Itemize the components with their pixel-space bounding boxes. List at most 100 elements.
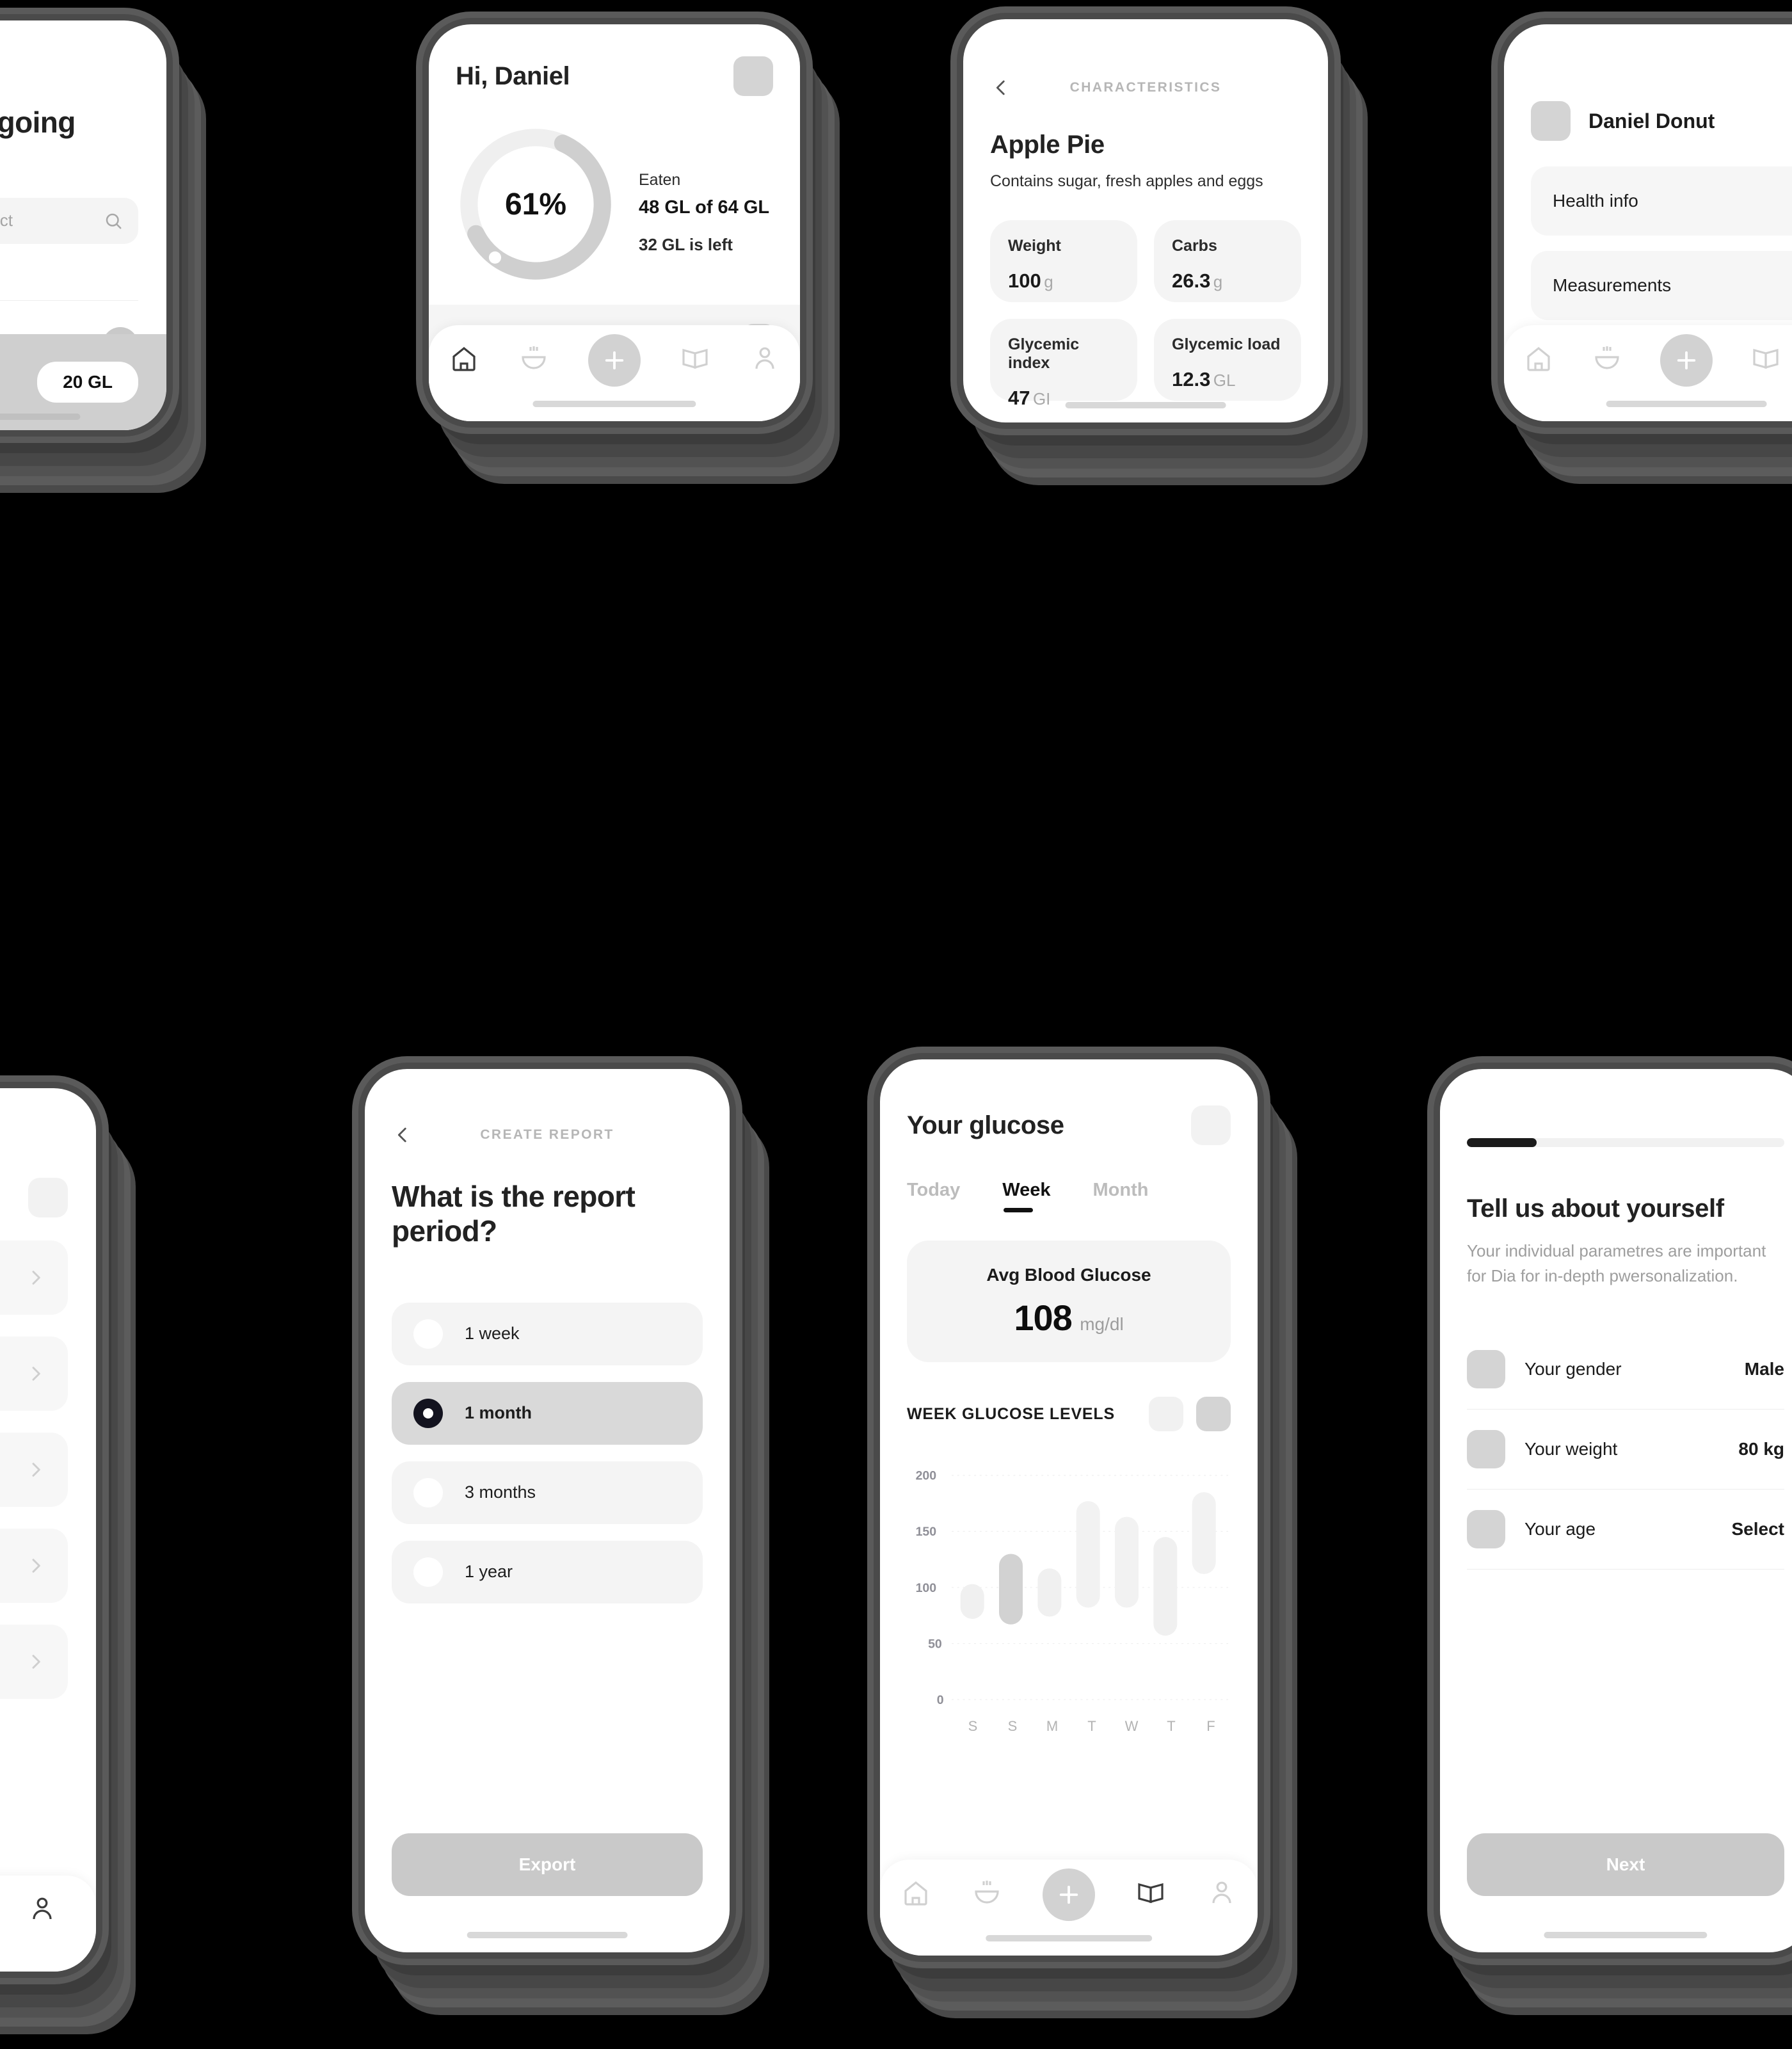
stat-label: Weight bbox=[1008, 237, 1061, 255]
section-label: WEEK GLUCOSE LEVELS bbox=[907, 1404, 1115, 1423]
nav-title: CHARACTERISTICS bbox=[1069, 80, 1222, 95]
stat-card-glycemic-load: Glycemic load 12.3 GL bbox=[1154, 319, 1301, 401]
x-tick: M bbox=[1046, 1718, 1059, 1734]
field-row-gender[interactable]: Your gender Male bbox=[1467, 1330, 1784, 1409]
line-view-icon[interactable] bbox=[1196, 1397, 1231, 1431]
tab-week[interactable]: Week bbox=[1002, 1180, 1050, 1212]
report-option-label: 1 month bbox=[465, 1403, 532, 1423]
export-button[interactable]: Export bbox=[392, 1833, 703, 1896]
chevron-right-icon bbox=[32, 1271, 40, 1285]
plus-icon bbox=[1677, 351, 1696, 370]
radio-button[interactable] bbox=[413, 1398, 443, 1428]
stat-value: 26.3 bbox=[1172, 269, 1211, 292]
radio-button[interactable] bbox=[413, 1557, 443, 1587]
tab-month[interactable]: Month bbox=[1092, 1180, 1148, 1201]
x-tick: W bbox=[1124, 1718, 1139, 1734]
home-icon[interactable] bbox=[1523, 343, 1554, 374]
person-icon[interactable] bbox=[1206, 1877, 1237, 1908]
age-icon bbox=[1467, 1510, 1505, 1548]
menu-item[interactable] bbox=[0, 1241, 68, 1315]
report-option-1-year[interactable]: 1 year bbox=[392, 1540, 703, 1603]
stat-unit: g bbox=[1044, 272, 1053, 291]
avatar[interactable] bbox=[1191, 1105, 1231, 1145]
menu-item[interactable] bbox=[0, 1529, 68, 1603]
add-button[interactable] bbox=[1660, 334, 1713, 387]
bowl-icon[interactable] bbox=[518, 343, 549, 374]
home-icon[interactable] bbox=[449, 343, 479, 374]
progress-bar-fill bbox=[1467, 1138, 1537, 1147]
stat-label: Glycemic load bbox=[1172, 335, 1281, 353]
screen-onboarding: Tell us about yourself Your individual p… bbox=[1440, 1069, 1792, 1952]
bowl-icon[interactable] bbox=[1592, 343, 1622, 374]
tab-today[interactable]: Today bbox=[907, 1180, 960, 1201]
book-icon[interactable] bbox=[680, 343, 710, 374]
bar-day-6 bbox=[1192, 1492, 1216, 1574]
footer-total-button[interactable]: 20 GL bbox=[37, 362, 138, 403]
field-row-age[interactable]: Your age Select bbox=[1467, 1490, 1784, 1569]
page-title: Your glucose bbox=[907, 1111, 1064, 1139]
page-subtitle: Your individual parametres are important… bbox=[1467, 1241, 1766, 1285]
stat-card-carbs: Carbs 26.3 g bbox=[1154, 220, 1301, 302]
menu-item[interactable]: nge bbox=[0, 1433, 68, 1507]
menu-item-measurements[interactable]: Measurements bbox=[1531, 251, 1792, 320]
menu-item[interactable] bbox=[0, 1625, 68, 1699]
menu-item-health-info[interactable]: Health info bbox=[1531, 166, 1792, 236]
bar-day-1 bbox=[999, 1554, 1023, 1625]
week-glucose-bar-chart: 200 150 100 50 0 bbox=[916, 1469, 1231, 1707]
avg-value: 108 bbox=[1014, 1297, 1072, 1338]
home-indicator bbox=[467, 1932, 628, 1938]
divider bbox=[1467, 1569, 1784, 1570]
screen-profile: Daniel Donut Health info Measurements Ta… bbox=[1504, 24, 1792, 421]
menu-item[interactable] bbox=[0, 1337, 68, 1411]
menu-item-label: Measurements bbox=[1553, 275, 1672, 295]
report-option-1-month[interactable]: 1 month bbox=[392, 1381, 703, 1445]
plus-icon bbox=[1059, 1885, 1078, 1904]
bottom-nav bbox=[0, 1876, 96, 1972]
add-button[interactable] bbox=[588, 334, 641, 387]
chevron-right-icon bbox=[32, 1559, 40, 1573]
book-icon[interactable] bbox=[1135, 1877, 1166, 1908]
eaten-progress-donut: 61% bbox=[456, 124, 616, 284]
field-row-weight[interactable]: Your weight 80 kg bbox=[1467, 1410, 1784, 1489]
avg-unit: mg/dl bbox=[1080, 1314, 1124, 1334]
y-tick-150: 150 bbox=[916, 1525, 937, 1539]
donut-percent: 61% bbox=[504, 187, 567, 221]
phone-characteristics: CHARACTERISTICS Apple Pie Contains sugar… bbox=[957, 13, 1334, 429]
radio-button[interactable] bbox=[413, 1319, 443, 1349]
radio-button[interactable] bbox=[413, 1477, 443, 1507]
avatar[interactable] bbox=[733, 56, 773, 96]
phone-onboarding: Tell us about yourself Your individual p… bbox=[1434, 1063, 1792, 1959]
y-tick-0: 0 bbox=[937, 1693, 944, 1707]
avatar[interactable] bbox=[1531, 101, 1571, 141]
home-header: Hi, Daniel bbox=[456, 56, 773, 96]
eaten-label: Eaten bbox=[639, 170, 681, 189]
person-icon[interactable] bbox=[27, 1893, 58, 1924]
home-icon[interactable] bbox=[900, 1877, 931, 1908]
avatar[interactable] bbox=[28, 1178, 68, 1217]
y-tick-200: 200 bbox=[916, 1469, 937, 1483]
home-indicator bbox=[0, 414, 81, 420]
screen-home: Hi, Daniel 61% Eaten 48 GL of 64 GL 32 G… bbox=[429, 24, 800, 421]
report-option-1-week[interactable]: 1 week bbox=[392, 1302, 703, 1365]
x-tick: T bbox=[1087, 1718, 1096, 1734]
field-value: Select bbox=[1731, 1519, 1785, 1539]
stat-label: Glycemic index bbox=[1008, 335, 1080, 372]
person-icon[interactable] bbox=[749, 343, 780, 374]
field-value: Male bbox=[1744, 1359, 1784, 1379]
screen-add-food: are you going ? dish or product ADDED Gr… bbox=[0, 20, 166, 430]
bar-day-3 bbox=[1076, 1501, 1100, 1608]
report-option-label: 1 year bbox=[465, 1562, 513, 1582]
chevron-right-icon bbox=[32, 1367, 40, 1381]
report-option-3-months[interactable]: 3 months bbox=[392, 1461, 703, 1524]
bowl-icon[interactable] bbox=[972, 1877, 1002, 1908]
stat-value: 12.3 bbox=[1172, 368, 1211, 390]
search-input[interactable]: dish or product bbox=[0, 197, 138, 244]
x-tick: S bbox=[1007, 1718, 1018, 1734]
add-button[interactable] bbox=[1042, 1868, 1095, 1921]
bar-view-icon[interactable] bbox=[1149, 1397, 1183, 1431]
next-button[interactable]: Next bbox=[1467, 1833, 1784, 1896]
book-icon[interactable] bbox=[1750, 343, 1781, 374]
screen-characteristics: CHARACTERISTICS Apple Pie Contains sugar… bbox=[963, 19, 1328, 422]
field-label: Your weight bbox=[1524, 1439, 1618, 1459]
dish-description: Contains sugar, fresh apples and eggs bbox=[990, 172, 1263, 190]
